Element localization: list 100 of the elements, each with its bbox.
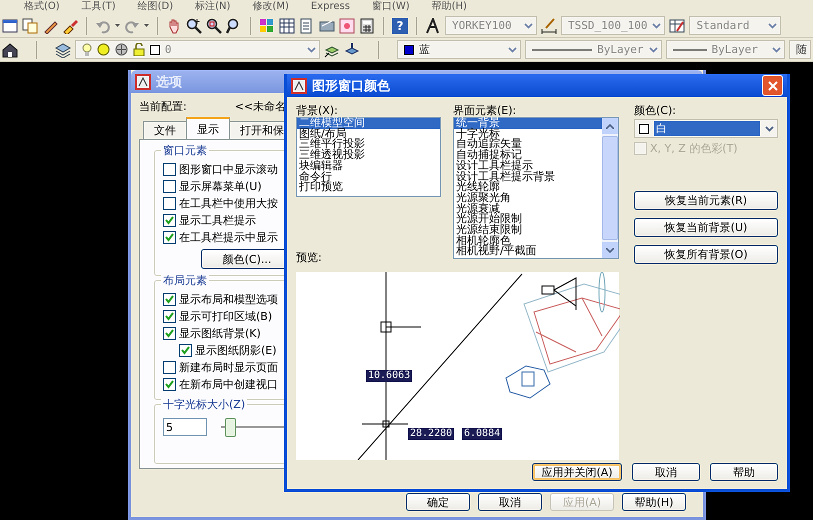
color-dropdown[interactable]: 蓝 [397, 40, 522, 59]
checkbox[interactable] [163, 231, 176, 244]
scroll-up-icon[interactable] [606, 124, 614, 128]
caret-icon[interactable] [115, 24, 120, 27]
checkbox[interactable] [163, 163, 176, 176]
dialog-button[interactable]: 确定 [406, 493, 470, 511]
list-item[interactable]: 光源衰减 [454, 204, 602, 214]
color-dropdown[interactable]: 白 [634, 119, 778, 138]
list-item[interactable]: 二维模型空间 [297, 118, 440, 129]
app-icon [291, 78, 307, 94]
caret-icon[interactable] [144, 24, 149, 27]
menu-item[interactable]: 格式(O) [24, 0, 60, 14]
checkbox-label: X, Y, Z 的色彩(T) [650, 141, 738, 156]
palette-icon[interactable] [259, 18, 275, 34]
plot-style-dropdown[interactable]: 随 [789, 40, 811, 59]
list-item[interactable]: 块编辑器 [297, 160, 440, 172]
window-icon[interactable] [2, 18, 18, 34]
color-swatch-icon [639, 124, 649, 134]
list-item[interactable]: 自动追踪矢量 [454, 139, 602, 150]
text-style-icon[interactable] [425, 18, 441, 34]
menu-item[interactable]: 绘图(D) [138, 0, 174, 14]
bulb-icon [82, 42, 92, 56]
menu-item[interactable]: 修改(M) [252, 0, 289, 14]
dimension-style-icon[interactable] [541, 18, 557, 34]
list-item[interactable]: 相机视野/平截面 [454, 246, 602, 258]
checkbox[interactable] [163, 327, 176, 340]
restore-button[interactable]: 恢复当前元素(R) [634, 191, 778, 210]
checkbox-label: 显示图纸阴影(E) [195, 343, 277, 358]
checkbox[interactable] [163, 197, 176, 210]
checkbox-label: 图形窗口中显示滚动 [179, 162, 278, 177]
checkbox[interactable] [163, 214, 176, 227]
list-item[interactable]: 统一背景 [454, 118, 602, 129]
dialog-button[interactable]: 取消 [632, 463, 700, 481]
window-title: 图形窗口颜色 [312, 78, 391, 94]
checkbox[interactable] [163, 310, 176, 323]
list-item[interactable]: 光线轮廓 [454, 182, 602, 193]
list-item[interactable]: 命令行 [297, 172, 440, 182]
list-label: 背景(X): [296, 103, 339, 117]
group-title: 窗口元素 [161, 143, 209, 158]
table-style-icon[interactable] [669, 18, 686, 34]
menu-item[interactable]: 帮助(H) [432, 0, 467, 14]
restore-button[interactable]: 恢复所有背景(O) [634, 245, 778, 264]
layers-icon[interactable] [54, 42, 71, 58]
close-icon[interactable] [768, 80, 778, 90]
tab[interactable]: 显示 [186, 117, 230, 139]
list-item[interactable]: 图纸/布局 [297, 128, 440, 140]
group-title: 布局元素 [161, 273, 209, 288]
profile-name: <<未命名 [234, 99, 286, 114]
tab[interactable]: 文件 [143, 121, 187, 139]
checkbox[interactable] [163, 293, 176, 306]
checkbox[interactable] [163, 378, 176, 391]
menu-item[interactable]: 标注(N) [195, 0, 230, 14]
menu-item[interactable]: 窗口(W) [372, 0, 410, 14]
dialog-button[interactable]: 取消 [478, 493, 542, 511]
list-item[interactable]: 打印预览 [297, 182, 440, 193]
scroll-down-icon[interactable] [606, 248, 614, 252]
list-item[interactable]: 光源结束限制 [454, 225, 602, 236]
dialog-button[interactable]: 帮助 [710, 463, 778, 481]
checkbox[interactable] [163, 180, 176, 193]
menu-item[interactable]: 工具(T) [82, 0, 116, 14]
crosshair-size-field[interactable]: 5 [163, 418, 207, 436]
magnifier-icon[interactable] [186, 18, 202, 34]
tool-palette-icon[interactable] [319, 18, 335, 34]
line-sample-icon [532, 48, 592, 50]
list-item[interactable]: 十字光标 [454, 128, 602, 140]
checkbox-label: 新建布局时显示页面 [179, 360, 278, 375]
list-item[interactable]: 设计工具栏提示背景 [454, 172, 602, 182]
help-button[interactable]: ? [392, 18, 408, 34]
checkbox-label: 在新布局中创建视口 [179, 377, 278, 392]
grid-icon[interactable] [279, 18, 295, 34]
scrollbar[interactable] [602, 118, 618, 258]
close-button[interactable] [762, 75, 783, 96]
list-item[interactable]: 光源开始限制 [454, 214, 602, 226]
checkbox[interactable] [179, 344, 192, 357]
checkbox-label: 显示可打印区域(B) [179, 309, 272, 324]
brush-icon[interactable] [62, 18, 78, 34]
list-item[interactable]: 光源聚光角 [454, 192, 602, 204]
dialog-button[interactable]: 应用并关闭(A) [532, 463, 622, 481]
restore-button[interactable]: 恢复当前背景(U) [634, 218, 778, 237]
checkbox-label: 显示布局和模型选项 [179, 292, 278, 307]
calculator-icon[interactable] [359, 18, 375, 34]
list-item[interactable]: 自动捕捉标记 [454, 150, 602, 161]
color-label: 颜色(C): [634, 103, 677, 117]
layer-previous-icon[interactable] [344, 42, 360, 58]
checkbox-label: 显示图纸背景(K) [179, 326, 261, 341]
copy-icon[interactable] [22, 18, 38, 34]
menu-item[interactable]: Express [310, 0, 350, 14]
dialog-button[interactable]: 帮助(H) [622, 493, 686, 511]
app-icon [135, 74, 151, 90]
magnifier-icon[interactable] [206, 18, 222, 34]
list-item[interactable]: 相机轮廓色 [454, 236, 602, 246]
window-title: 选项 [156, 74, 182, 90]
scrollbar-thumb[interactable] [602, 136, 618, 240]
group-title: 十字光标大小(Z) [161, 397, 248, 412]
slider-thumb[interactable] [225, 418, 236, 437]
house-icon[interactable] [2, 42, 18, 58]
checkbox-label: 在工具栏提示中显示 [179, 230, 278, 245]
checkbox[interactable] [163, 361, 176, 374]
list-item[interactable]: 三维透视投影 [297, 150, 440, 161]
list-item[interactable]: 设计工具栏提示 [454, 160, 602, 172]
